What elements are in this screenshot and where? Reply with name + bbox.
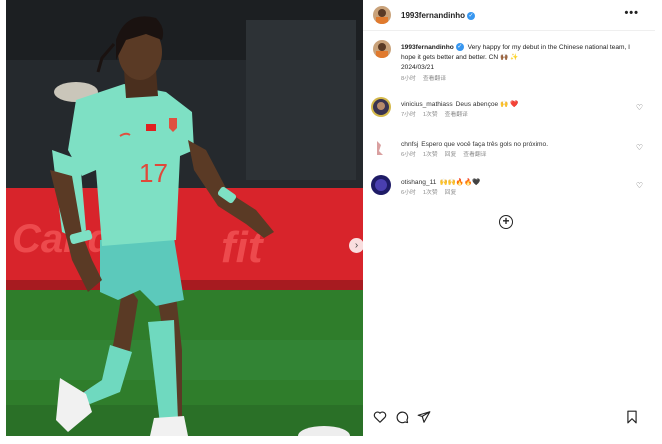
comment-meta: 6小时 1次赞 回复 查看翻译 — [401, 151, 493, 160]
post-photo: Cands fit — [6, 0, 363, 436]
comment-item: otishang_11 🙌🙌🔥🔥🖤 6小时 1次赞 回复 ♡ — [371, 175, 647, 209]
next-image-icon[interactable]: › — [349, 238, 363, 253]
caption-username[interactable]: 1993fernandinho ✓ — [401, 43, 464, 52]
caption-avatar[interactable] — [373, 40, 391, 58]
comment-like-icon[interactable]: ♡ — [636, 143, 643, 152]
caption-time: 8小时 — [401, 76, 416, 82]
comment-like-icon[interactable]: ♡ — [636, 181, 643, 190]
commenter-avatar[interactable] — [371, 137, 391, 157]
heart-icon[interactable] — [373, 410, 389, 426]
player-image: Cands fit — [6, 0, 363, 436]
author-username[interactable]: 1993fernandinho ✓ — [401, 11, 476, 20]
comment-likes[interactable]: 1次赞 — [423, 112, 438, 118]
comment-text: Deus abençoe 🙌 ❤️ — [455, 101, 519, 108]
comment-time: 6小时 — [401, 190, 416, 196]
comment-text: Espero que você faça três gols no próxim… — [421, 141, 549, 148]
bookmark-icon[interactable] — [625, 410, 641, 426]
comment-time: 7小时 — [401, 112, 416, 118]
comment-meta: 7小时 1次赞 查看翻译 — [401, 111, 475, 120]
see-translation-link[interactable]: 查看翻译 — [423, 76, 446, 82]
load-more-comments-icon[interactable]: + — [499, 215, 513, 229]
author-avatar[interactable] — [373, 6, 391, 24]
comment-likes[interactable]: 1次赞 — [423, 190, 438, 196]
verified-badge-icon: ✓ — [467, 11, 476, 20]
verified-badge-icon: ✓ — [455, 43, 464, 52]
commenter-username[interactable]: vinicius_mathiass — [401, 101, 453, 108]
share-icon[interactable] — [417, 410, 433, 426]
divider — [363, 30, 655, 31]
post-side-panel: 1993fernandinho ✓ ••• 1993fernandinho ✓ Ve… — [363, 0, 655, 436]
commenter-avatar[interactable] — [371, 175, 391, 195]
comment-icon[interactable] — [395, 410, 411, 426]
more-options-icon[interactable]: ••• — [624, 7, 639, 19]
reply-link[interactable]: 回复 — [445, 152, 457, 158]
comment-time: 6小时 — [401, 152, 416, 158]
see-translation-link[interactable]: 查看翻译 — [445, 112, 468, 118]
post-header: 1993fernandinho ✓ ••• — [363, 0, 655, 30]
commenter-username[interactable]: chnfsj — [401, 141, 418, 148]
reply-link[interactable]: 回复 — [445, 190, 457, 196]
comment-text: 🙌🙌🔥🔥🖤 — [439, 179, 481, 186]
caption-date: 2024/03/21 — [401, 64, 435, 71]
action-bar — [363, 410, 655, 432]
commenter-username[interactable]: otishang_11 — [401, 179, 436, 186]
caption-meta: 8小时 查看翻译 — [401, 75, 633, 84]
comment-item: vinicius_mathiass Deus abençoe 🙌 ❤️ 7小时 1次… — [371, 97, 647, 131]
comment-meta: 6小时 1次赞 回复 — [401, 189, 463, 198]
comment-like-icon[interactable]: ♡ — [636, 103, 643, 112]
comment-item: chnfsj Espero que você faça três gols no … — [371, 137, 647, 171]
comment-likes[interactable]: 1次赞 — [423, 152, 438, 158]
commenter-avatar[interactable] — [371, 97, 391, 117]
see-translation-link[interactable]: 查看翻译 — [463, 152, 486, 158]
